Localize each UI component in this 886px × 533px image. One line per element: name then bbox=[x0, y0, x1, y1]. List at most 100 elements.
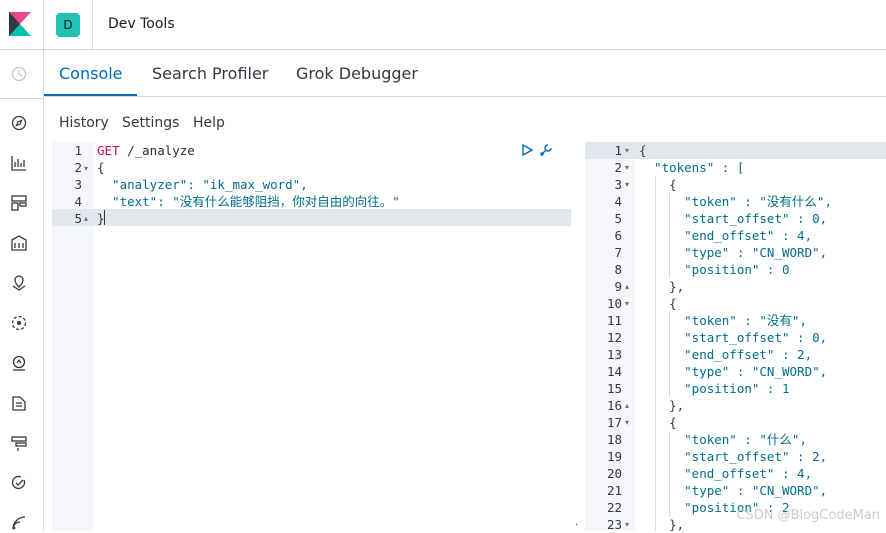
response-line: "end_offset" : 2, bbox=[639, 347, 813, 362]
response-line: }, bbox=[639, 517, 685, 532]
line-number: 23 bbox=[606, 517, 622, 532]
active-tab-indicator bbox=[44, 94, 137, 96]
tab-console[interactable]: Console bbox=[59, 64, 123, 83]
page-title: Dev Tools bbox=[108, 16, 175, 32]
tab-search-profiler[interactable]: Search Profiler bbox=[152, 64, 268, 83]
line-number: 10 bbox=[606, 296, 622, 311]
line-number: 8 bbox=[614, 262, 622, 277]
line-number: 15 bbox=[606, 381, 622, 396]
response-line: }, bbox=[639, 279, 685, 294]
response-line: "position" : 1 bbox=[639, 381, 790, 396]
response-line: "end_offset" : 4, bbox=[639, 466, 813, 481]
fold-toggle-icon[interactable]: ▴ bbox=[625, 282, 629, 291]
fold-toggle-icon[interactable]: ▾ bbox=[625, 299, 629, 308]
metrics-icon[interactable] bbox=[10, 354, 28, 372]
request-line-2: { bbox=[97, 160, 105, 175]
compass-icon[interactable] bbox=[10, 114, 28, 132]
line-number: 11 bbox=[606, 313, 622, 328]
response-line: "position" : 0 bbox=[639, 262, 790, 277]
line-number: 5 bbox=[614, 211, 622, 226]
response-line: "type" : "CN_WORD", bbox=[639, 245, 828, 260]
response-line: "type" : "CN_WORD", bbox=[639, 483, 828, 498]
response-line: "end_offset" : 4, bbox=[639, 228, 813, 243]
response-line: "token" : "什么", bbox=[639, 432, 807, 447]
fold-toggle-icon[interactable]: ▾ bbox=[625, 418, 629, 427]
fold-toggle-icon[interactable]: ▾ bbox=[625, 163, 629, 172]
app-badge[interactable]: D bbox=[56, 13, 80, 37]
maps-icon[interactable] bbox=[10, 274, 28, 292]
request-line-3: "analyzer": "ik_max_word", bbox=[97, 177, 308, 192]
line-number: 1 bbox=[614, 143, 622, 158]
clock-icon[interactable] bbox=[10, 65, 28, 83]
fold-toggle-icon[interactable]: ▾ bbox=[625, 180, 629, 189]
console-menu: History Settings Help bbox=[44, 97, 886, 141]
response-line: "token" : "没有什么", bbox=[639, 194, 832, 209]
response-line: { bbox=[639, 415, 677, 430]
line-number: 22 bbox=[606, 500, 622, 515]
side-nav bbox=[0, 50, 44, 531]
line-number: 19 bbox=[606, 449, 622, 464]
response-line: "start_offset" : 2, bbox=[639, 449, 828, 464]
kibana-logo-icon[interactable] bbox=[9, 12, 31, 36]
fold-toggle-icon[interactable]: ▴ bbox=[625, 401, 629, 410]
wrench-icon[interactable] bbox=[539, 143, 553, 157]
fold-toggle-icon[interactable]: ▾ bbox=[625, 520, 629, 529]
response-line: "token" : "没有", bbox=[639, 313, 807, 328]
line-number: 20 bbox=[606, 466, 622, 481]
line-number: 21 bbox=[606, 483, 622, 498]
panel-resize-handle[interactable] bbox=[572, 142, 585, 531]
line-number: 6 bbox=[614, 228, 622, 243]
canvas-icon[interactable] bbox=[10, 234, 28, 252]
fold-toggle-icon[interactable]: ▾ bbox=[625, 146, 629, 155]
uptime-icon[interactable] bbox=[10, 474, 28, 492]
request-line-1: GET /_analyze bbox=[97, 142, 195, 159]
dev-tools-tabs: Console Search Profiler Grok Debugger bbox=[44, 50, 886, 97]
resize-handle-dot: · bbox=[575, 520, 579, 531]
header-divider bbox=[92, 0, 93, 49]
tab-grok-debugger[interactable]: Grok Debugger bbox=[296, 64, 418, 83]
history-link[interactable]: History bbox=[59, 115, 109, 131]
top-header: D Dev Tools bbox=[0, 0, 886, 50]
line-number: 7 bbox=[614, 245, 622, 260]
settings-link[interactable]: Settings bbox=[122, 115, 179, 131]
line-number: 4 bbox=[74, 194, 82, 209]
siem-icon[interactable] bbox=[10, 514, 28, 532]
help-link[interactable]: Help bbox=[193, 115, 225, 131]
ml-icon[interactable] bbox=[10, 314, 28, 332]
fold-toggle-icon[interactable]: ▴ bbox=[84, 214, 88, 223]
dashboard-icon[interactable] bbox=[10, 194, 28, 212]
request-path: /_analyze bbox=[119, 143, 195, 158]
response-line: "tokens" : [ bbox=[639, 160, 745, 175]
nav-divider bbox=[0, 98, 43, 99]
line-number: 14 bbox=[606, 364, 622, 379]
play-icon[interactable] bbox=[520, 143, 534, 157]
fold-toggle-icon[interactable]: ▾ bbox=[84, 164, 88, 173]
response-line: { bbox=[639, 143, 647, 158]
line-number: 13 bbox=[606, 347, 622, 362]
active-line-highlight bbox=[52, 209, 571, 226]
line-number: 1 bbox=[74, 143, 82, 158]
response-line: }, bbox=[639, 398, 685, 413]
apm-icon[interactable] bbox=[10, 434, 28, 452]
line-number: 2 bbox=[74, 160, 82, 175]
header-divider bbox=[43, 0, 44, 49]
response-active-line bbox=[585, 142, 886, 159]
line-number: 5 bbox=[74, 211, 82, 226]
line-number: 3 bbox=[74, 177, 82, 192]
line-number: 3 bbox=[614, 177, 622, 192]
http-method: GET bbox=[97, 143, 120, 158]
line-number: 16 bbox=[606, 398, 622, 413]
text-cursor bbox=[104, 210, 105, 225]
line-number: 17 bbox=[606, 415, 622, 430]
visualize-icon[interactable] bbox=[10, 154, 28, 172]
watermark: CSDN @BlogCodeMan bbox=[736, 508, 880, 523]
response-line: { bbox=[639, 296, 677, 311]
line-number: 2 bbox=[614, 160, 622, 175]
response-line: "start_offset" : 0, bbox=[639, 211, 828, 226]
line-number: 9 bbox=[614, 279, 622, 294]
request-line-4: "text": "没有什么能够阻挡，你对自由的向往。" bbox=[97, 194, 400, 209]
line-number: 18 bbox=[606, 432, 622, 447]
response-line: { bbox=[639, 177, 677, 192]
line-number: 4 bbox=[614, 194, 622, 209]
logs-icon[interactable] bbox=[10, 394, 28, 412]
